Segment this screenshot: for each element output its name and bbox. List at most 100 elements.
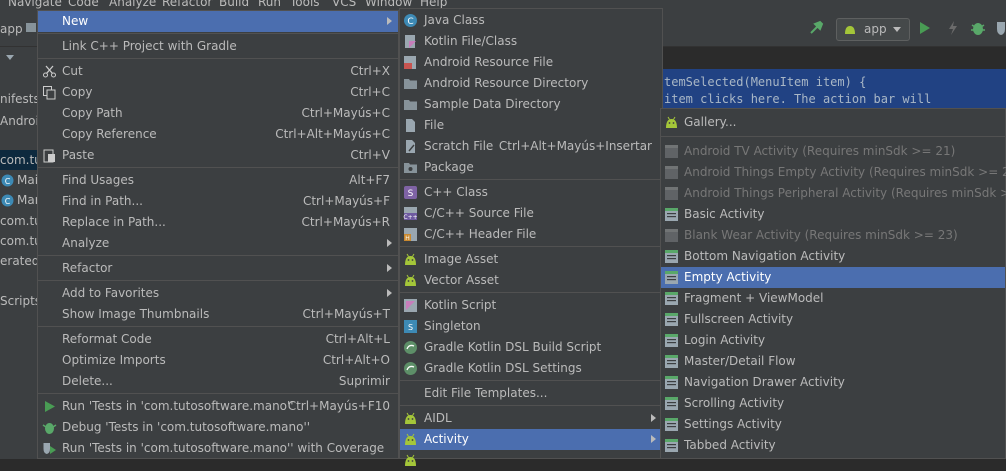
activity-menu-item-gallery[interactable]: Gallery...: [661, 112, 1005, 133]
context-menu-item-show-image-thumbnails[interactable]: Show Image Thumbnails Ctrl+Mayús+T: [38, 304, 398, 325]
chevron-right-icon: [387, 239, 392, 247]
new-menu-item-scratch-file[interactable]: Scratch File Ctrl+Alt+Mayús+Insertar: [400, 136, 662, 157]
new-menu-item-kotlin-file-class[interactable]: Kotlin File/Class: [400, 31, 662, 52]
context-menu-item-run-tests-in-com-tutosoftware-mano-with-coverage[interactable]: Run 'Tests in 'com.tutosoftware.mano'' w…: [38, 438, 398, 459]
activity-menu-item-bottom-navigation-activity[interactable]: Bottom Navigation Activity: [661, 246, 1005, 267]
new-menu-item-android-resource-directory[interactable]: Android Resource Directory: [400, 73, 662, 94]
context-menu-item-new[interactable]: New: [38, 11, 398, 32]
activity-menu-item-empty-activity[interactable]: Empty Activity: [661, 267, 1005, 288]
activity-icon: [664, 186, 679, 201]
context-menu-item-copy-reference[interactable]: Copy Reference Ctrl+Alt+Mayús+C: [38, 124, 398, 145]
menu-item-shortcut: Ctrl+Alt+Mayús+Insertar: [498, 139, 652, 153]
svg-text:S: S: [408, 323, 413, 332]
menu-item-label: Singleton: [424, 319, 481, 333]
new-menu-item-java-class[interactable]: C Java Class: [400, 10, 662, 31]
context-menu-item-copy-path[interactable]: Copy Path Ctrl+Mayús+C: [38, 103, 398, 124]
menu-item-label: Settings Activity: [684, 417, 782, 431]
run-icon[interactable]: [920, 22, 930, 34]
menu-build[interactable]: Build: [219, 0, 249, 9]
build-hammer-icon[interactable]: [808, 20, 824, 36]
menu-vcs[interactable]: VCS: [332, 0, 356, 9]
class-icon: C: [1, 193, 14, 207]
menu-item-label: Package: [424, 160, 474, 174]
menu-item-label: Scratch File: [424, 139, 494, 153]
new-menu-item-package[interactable]: Package: [400, 157, 662, 178]
context-menu-item-add-to-favorites[interactable]: Add to Favorites: [38, 283, 398, 304]
context-menu-item-analyze[interactable]: Analyze: [38, 233, 398, 254]
context-menu-item-copy[interactable]: Copy Ctrl+C: [38, 82, 398, 103]
menu-analyze[interactable]: Analyze: [109, 0, 156, 9]
activity-menu-item-login-activity[interactable]: Login Activity: [661, 330, 1005, 351]
new-menu-item-gradle-kotlin-dsl-settings[interactable]: Gradle Kotlin DSL Settings: [400, 358, 662, 379]
new-menu-item-singleton[interactable]: S Singleton: [400, 316, 662, 337]
new-menu-item-c-class[interactable]: S C++ Class: [400, 182, 662, 203]
cpp-source-icon: C++: [403, 206, 418, 221]
new-menu-item-vector-asset[interactable]: Vector Asset: [400, 270, 662, 291]
menu-item-shortcut: Ctrl+Alt+O: [322, 353, 390, 367]
new-menu-item-image-asset[interactable]: Image Asset: [400, 249, 662, 270]
activity-menu-item-fragment-viewmodel[interactable]: Fragment + ViewModel: [661, 288, 1005, 309]
menu-item-label: Sample Data Directory: [424, 97, 561, 111]
chevron-down-icon[interactable]: [6, 55, 14, 60]
run-config-selector[interactable]: app: [836, 18, 910, 41]
context-menu-item-reformat-code[interactable]: Reformat Code Ctrl+Alt+L: [38, 329, 398, 350]
context-menu-item-paste[interactable]: Paste Ctrl+V: [38, 145, 398, 166]
context-menu-item-optimize-imports[interactable]: Optimize Imports Ctrl+Alt+O: [38, 350, 398, 371]
run-config-label: app: [864, 22, 887, 36]
context-menu-item-cut[interactable]: Cut Ctrl+X: [38, 61, 398, 82]
activity-menu-item-fullscreen-activity[interactable]: Fullscreen Activity: [661, 309, 1005, 330]
apply-changes-icon[interactable]: [946, 20, 960, 36]
context-menu-item-refactor[interactable]: Refactor: [38, 258, 398, 279]
debug-icon[interactable]: [970, 20, 986, 36]
context-menu-item-debug-tests-in-com-tutosoftware-mano[interactable]: Debug 'Tests in 'com.tutosoftware.mano'': [38, 417, 398, 438]
svg-text:C++: C++: [403, 214, 417, 221]
coverage-icon: [42, 441, 57, 456]
menu-refactor[interactable]: Refactor: [162, 0, 212, 9]
activity-menu-item-android-things-empty-activity-requires-minsdk-24[interactable]: Android Things Empty Activity (Requires …: [661, 162, 1006, 183]
project-breadcrumb[interactable]: app: [0, 22, 23, 36]
menu-separator: [400, 380, 662, 381]
activity-menu-item-settings-activity[interactable]: Settings Activity: [661, 414, 1005, 435]
menu-item-label: Gradle Kotlin DSL Build Script: [424, 340, 602, 354]
activity-menu-item-navigation-drawer-activity[interactable]: Navigation Drawer Activity: [661, 372, 1005, 393]
menu-item-label: Android Resource Directory: [424, 76, 589, 90]
activity-menu-item-blank-wear-activity-requires-minsdk-23[interactable]: Blank Wear Activity (Requires minSdk >= …: [661, 225, 1005, 246]
menu-item-label: Empty Activity: [684, 270, 772, 284]
new-menu-item-gradle-kotlin-dsl-build-script[interactable]: Gradle Kotlin DSL Build Script: [400, 337, 662, 358]
activity-menu-item-master-detail-flow[interactable]: Master/Detail Flow: [661, 351, 1005, 372]
activity-menu-item-tabbed-activity[interactable]: Tabbed Activity: [661, 435, 1005, 456]
menu-item-label: Link C++ Project with Gradle: [62, 39, 237, 53]
context-menu-item-link-c-project-with-gradle[interactable]: Link C++ Project with Gradle: [38, 36, 398, 57]
project-context-menu: New Link C++ Project with Gradle Cut Ctrl+X…: [37, 10, 399, 459]
new-menu-item-activity[interactable]: Activity: [400, 429, 662, 450]
menu-navigate[interactable]: Navigate: [8, 0, 62, 9]
java-class-icon: C: [403, 13, 418, 28]
new-menu-item-android-resource-file[interactable]: Android Resource File: [400, 52, 662, 73]
context-menu-item-run-tests-in-com-tutosoftware-mano[interactable]: Run 'Tests in 'com.tutosoftware.mano'' Ct…: [38, 396, 398, 417]
new-menu-item-kotlin-script[interactable]: Kotlin Script: [400, 295, 662, 316]
activity-menu-item-scrolling-activity[interactable]: Scrolling Activity: [661, 393, 1005, 414]
menu-item-label: Run 'Tests in 'com.tutosoftware.mano'': [62, 399, 294, 413]
menu-item-label: Gallery...: [684, 115, 737, 129]
new-menu-item-blank[interactable]: [400, 450, 662, 471]
cpp-class-icon: S: [403, 185, 418, 200]
context-menu-item-find-usages[interactable]: Find Usages Alt+F7: [38, 170, 398, 191]
shield-icon[interactable]: [996, 20, 1006, 36]
menu-tools[interactable]: Tools: [290, 0, 320, 9]
context-menu-item-replace-in-path[interactable]: Replace in Path... Ctrl+Mayús+R: [38, 212, 398, 233]
activity-menu-item-basic-activity[interactable]: Basic Activity: [661, 204, 1005, 225]
context-menu-item-find-in-path[interactable]: Find in Path... Ctrl+Mayús+F: [38, 191, 398, 212]
menu-code[interactable]: Code: [68, 0, 99, 9]
menu-run[interactable]: Run: [258, 0, 281, 9]
new-menu-item-aidl[interactable]: AIDL: [400, 408, 662, 429]
new-menu-item-file[interactable]: File: [400, 115, 662, 136]
new-menu-item-sample-data-directory[interactable]: Sample Data Directory: [400, 94, 662, 115]
activity-menu-item-android-tv-activity-requires-minsdk-21[interactable]: Android TV Activity (Requires minSdk >= …: [661, 141, 1005, 162]
activity-icon: [664, 354, 679, 369]
new-menu-item-c-c-source-file[interactable]: C++ C/C++ Source File: [400, 203, 662, 224]
context-menu-item-delete[interactable]: Delete... Suprimir: [38, 371, 398, 392]
project-tree-item[interactable]: com.tu: [0, 150, 37, 170]
activity-menu-item-android-things-peripheral-activity-requires-minsdk-24[interactable]: Android Things Peripheral Activity (Requ…: [661, 183, 1006, 204]
new-menu-item-c-c-header-file[interactable]: H C/C++ Header File: [400, 224, 662, 245]
new-menu-item-edit-file-templates[interactable]: Edit File Templates...: [400, 383, 662, 404]
